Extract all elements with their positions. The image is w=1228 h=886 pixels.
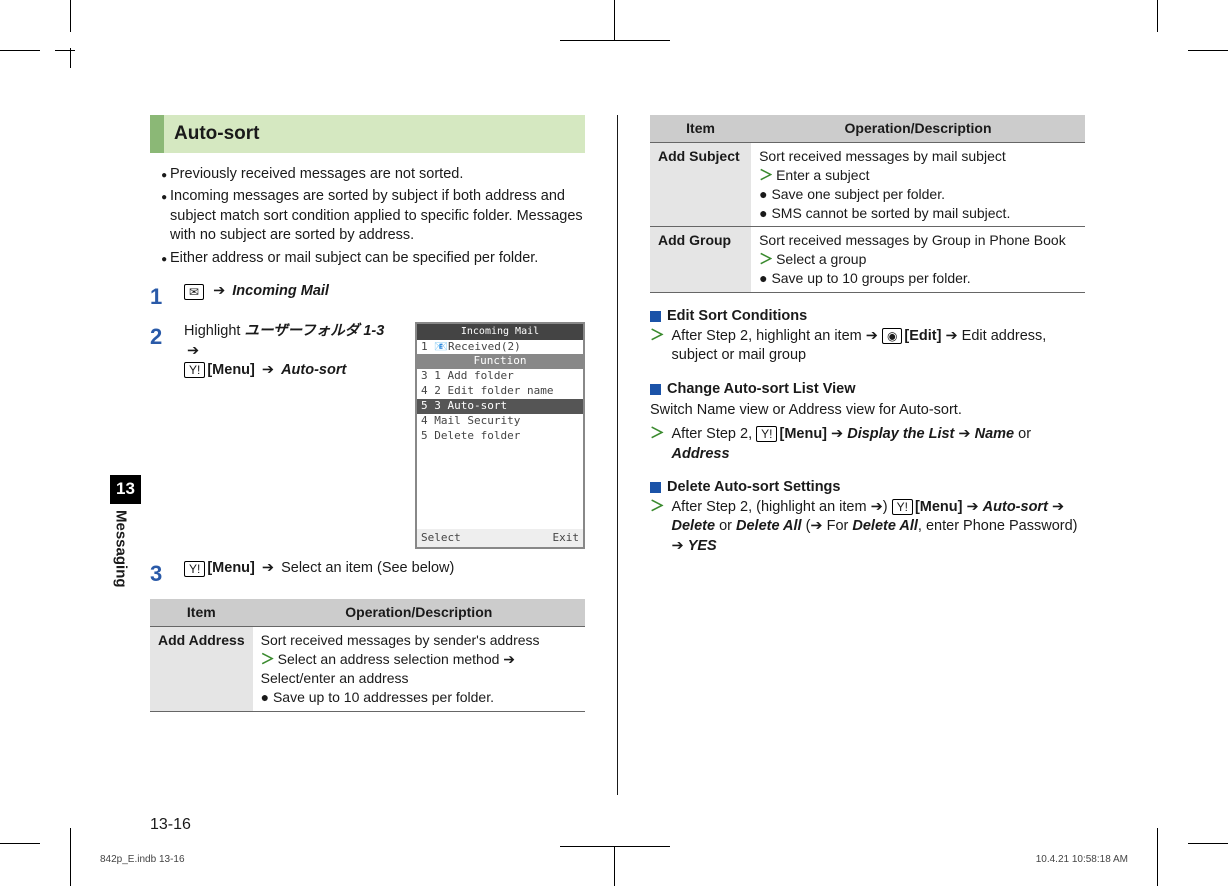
page-right-column: Item Operation/Description Add Subject S… — [650, 115, 1085, 795]
step-1: 1 ✉ ➔ Incoming Mail — [150, 282, 585, 312]
bullet-item: Incoming messages are sorted by subject … — [170, 187, 585, 246]
step-3: 3 Y![Menu] ➔ Select an item (See below) — [150, 559, 585, 589]
options-table-left: Item Operation/Description Add Address S… — [150, 599, 585, 711]
column-divider — [617, 115, 618, 795]
section-title: Auto-sort — [164, 115, 585, 153]
table-row: Add Address Sort received messages by se… — [150, 626, 585, 711]
chapter-label: Messaging — [110, 504, 130, 588]
y-key-icon: Y! — [892, 499, 913, 515]
bullet-item: Previously received messages are not sor… — [170, 165, 585, 185]
chapter-number: 13 — [110, 475, 141, 504]
footer-left: 842p_E.indb 13-16 — [100, 853, 185, 867]
step-2: 2 Highlight ユーザーフォルダ 1-3 ➔ Y![Menu] ➔ Au… — [150, 322, 585, 549]
center-key-icon: ◉ — [882, 328, 902, 344]
intro-bullets: Previously received messages are not sor… — [150, 165, 585, 269]
y-key-icon: Y! — [184, 362, 205, 378]
subhead-change: Change Auto-sort List View — [650, 380, 1085, 400]
side-chapter-tab: 13 Messaging — [110, 475, 141, 587]
table-row: Add Group Sort received messages by Grou… — [650, 227, 1085, 293]
mail-key-icon: ✉ — [184, 284, 204, 300]
table-row: Add Subject Sort received messages by ma… — [650, 142, 1085, 227]
y-key-icon: Y! — [756, 426, 777, 442]
subhead-edit: Edit Sort Conditions — [650, 307, 1085, 327]
bullet-item: Either address or mail subject can be sp… — [170, 249, 585, 269]
page-left-column: Auto-sort Previously received messages a… — [150, 115, 585, 795]
options-table-right: Item Operation/Description Add Subject S… — [650, 115, 1085, 293]
subhead-delete: Delete Auto-sort Settings — [650, 478, 1085, 498]
phone-screenshot: Incoming Mail 1 📧Received(2) Function 3 … — [415, 322, 585, 549]
section-heading: Auto-sort — [150, 115, 585, 153]
footer-right: 10.4.21 10:58:18 AM — [1036, 853, 1128, 867]
page-number: 13-16 — [150, 814, 191, 836]
y-key-icon: Y! — [184, 561, 205, 577]
